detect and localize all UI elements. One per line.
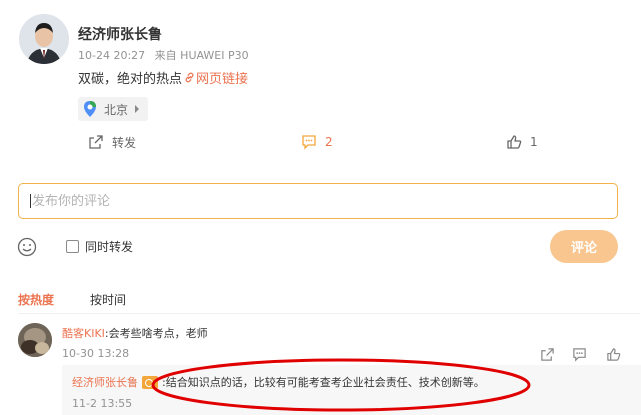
comment-reply-button[interactable] [572,347,587,362]
text-cursor [30,194,31,208]
like-count: 1 [530,135,538,149]
reply-icon [573,348,586,362]
author-badge-icon [142,375,158,389]
reply-text: :结合知识点的话，比较有可能考查考企业社会责任、技术创新等。 [162,376,485,389]
reply-block [62,365,641,415]
thumbs-up-icon [607,348,621,361]
comment-share-button[interactable] [540,347,555,362]
author-avatar[interactable] [19,14,69,64]
post-time[interactable]: 10-24 20:27 [78,49,145,62]
divider [18,313,640,314]
repost-action[interactable]: 转发 [88,132,136,152]
web-link[interactable]: 网页链接 [184,68,248,87]
comment-action[interactable]: 2 [301,132,333,152]
emoji-button[interactable] [17,237,37,257]
comment-input-box[interactable] [18,183,618,219]
thumbs-up-icon [506,134,522,150]
comment-input[interactable] [32,193,592,209]
commenter-avatar[interactable] [18,323,52,357]
reply-line: 经济师张长鲁 :结合知识点的话，比较有可能考查考企业社会责任、技术创新等。 [72,374,485,390]
post-meta: 10-24 20:27 来自 HUAWEI P30 [78,47,255,63]
post-body: 双碳，绝对的热点 [78,72,183,87]
comment-like-button[interactable] [606,347,621,362]
commenter-name[interactable]: 酷客KIKI [62,327,105,340]
emoji-icon [17,237,37,257]
like-action[interactable]: 1 [506,132,538,152]
comment-count: 2 [325,135,333,149]
reply-time: 11-2 13:55 [72,397,133,410]
location-label: 北京 [104,102,129,117]
comment-line: 酷客KIKI:会考些啥考点，老师 [62,325,208,341]
also-repost-toggle[interactable]: 同时转发 [66,238,133,255]
author-name[interactable]: 经济师张长鲁 [78,24,162,44]
caret-right-icon [134,105,140,113]
reply-author-name[interactable]: 经济师张长鲁 [72,374,138,390]
comment-icon [301,134,317,150]
post-source: 来自 HUAWEI P30 [154,49,249,62]
share-icon [541,348,554,361]
comment-text: :会考些啥考点，老师 [104,327,208,340]
tab-sort-time[interactable]: 按时间 [90,291,126,308]
tab-sort-hot[interactable]: 按热度 [18,291,54,308]
submit-comment-button[interactable]: 评论 [550,230,618,263]
repost-icon [88,134,104,150]
comment-time: 10-30 13:28 [62,347,130,360]
location-tag[interactable]: 北京 [78,97,149,121]
post-text: 双碳，绝对的热点 网页链接 [78,68,248,87]
also-repost-label: 同时转发 [85,240,134,254]
repost-label: 转发 [112,135,137,150]
web-link-label: 网页链接 [196,72,249,87]
link-icon [184,72,195,83]
also-repost-checkbox[interactable] [66,240,79,253]
location-pin-icon [82,100,98,118]
